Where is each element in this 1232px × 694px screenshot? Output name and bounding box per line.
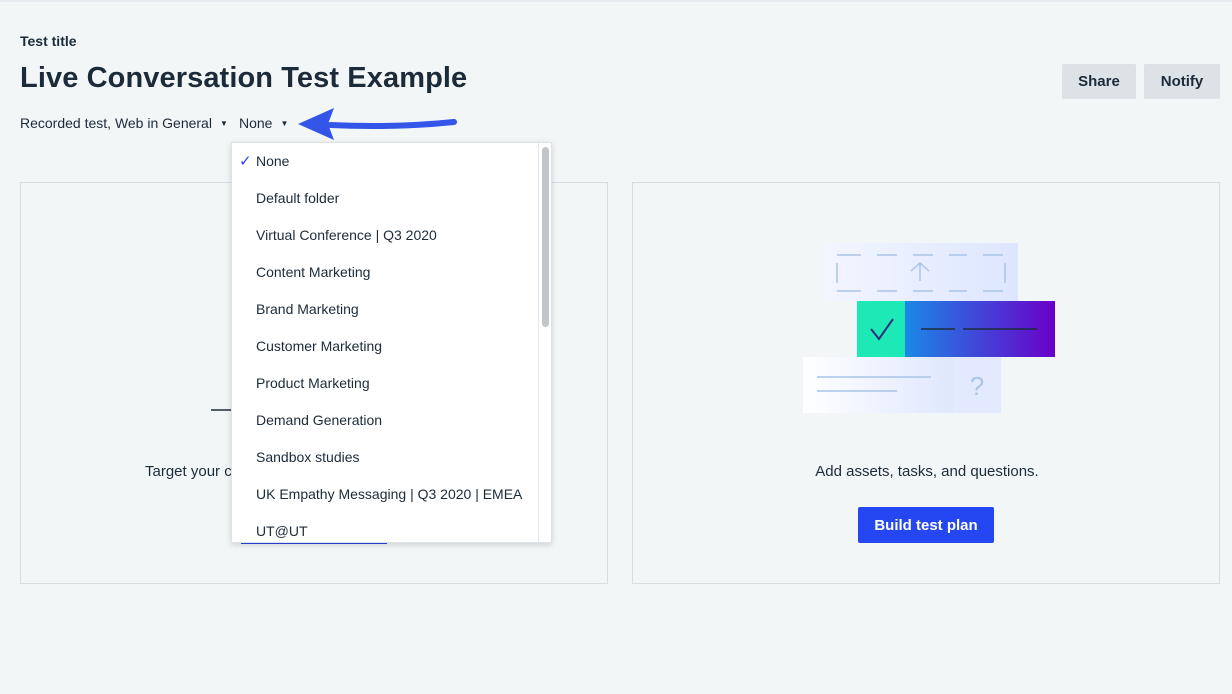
folder-option-label: Default folder: [256, 190, 340, 206]
folder-option-label: Virtual Conference | Q3 2020: [256, 227, 437, 243]
folder-option[interactable]: Demand Generation: [232, 402, 538, 439]
annotation-arrow-icon: [298, 108, 457, 140]
share-button[interactable]: Share: [1062, 64, 1136, 99]
folder-option[interactable]: Content Marketing: [232, 254, 538, 291]
folder-label: None: [239, 115, 273, 131]
test-title-label: Test title: [20, 33, 77, 49]
top-border: [0, 0, 1232, 2]
dropdown-scrollbar[interactable]: [538, 143, 551, 542]
folder-option[interactable]: UK Empathy Messaging | Q3 2020 | EMEA: [232, 476, 538, 513]
folder-option[interactable]: Virtual Conference | Q3 2020: [232, 217, 538, 254]
page-title[interactable]: Live Conversation Test Example: [20, 62, 467, 95]
folder-option[interactable]: Customer Marketing: [232, 328, 538, 365]
folder-options-list: ✓ None Default folder Virtual Conference…: [232, 143, 538, 542]
test-plan-card: ? Add assets, tasks, and questions. Buil…: [632, 182, 1220, 584]
audience-card-text: Target your c: [145, 463, 232, 480]
folder-option-label: Customer Marketing: [256, 338, 383, 354]
caret-down-icon: ▼: [219, 118, 228, 128]
folder-option-none[interactable]: ✓ None: [232, 143, 538, 180]
test-type-label: Recorded test, Web in General: [20, 115, 212, 131]
notify-button[interactable]: Notify: [1144, 64, 1220, 99]
folder-option-label: Product Marketing: [256, 375, 370, 391]
folder-dropdown-menu: ✓ None Default folder Virtual Conference…: [231, 142, 552, 543]
test-plan-illustration: ?: [803, 243, 1055, 413]
dropdown-scrollbar-thumb[interactable]: [542, 147, 549, 327]
test-plan-card-text: Add assets, tasks, and questions.: [815, 463, 1039, 480]
folder-option-label: Brand Marketing: [256, 301, 359, 317]
folder-option-label: Content Marketing: [256, 264, 371, 280]
build-test-plan-button[interactable]: Build test plan: [858, 507, 994, 543]
folder-option-label: Sandbox studies: [256, 449, 360, 465]
test-type-selector[interactable]: Recorded test, Web in General ▼: [20, 115, 228, 131]
folder-option-label: Demand Generation: [256, 412, 383, 428]
folder-option[interactable]: Default folder: [232, 180, 538, 217]
folder-option[interactable]: Sandbox studies: [232, 439, 538, 476]
folder-option[interactable]: UT@UT: [232, 513, 538, 542]
folder-selector[interactable]: None ▼: [239, 115, 288, 131]
folder-option[interactable]: Brand Marketing: [232, 291, 538, 328]
folder-option[interactable]: Product Marketing: [232, 365, 538, 402]
caret-down-icon: ▼: [280, 118, 289, 128]
checkmark-icon: ✓: [239, 153, 252, 170]
folder-option-label: UK Empathy Messaging | Q3 2020 | EMEA: [256, 486, 523, 502]
folder-option-label: None: [256, 153, 290, 169]
folder-option-label: UT@UT: [256, 523, 308, 539]
svg-text:?: ?: [970, 371, 984, 401]
